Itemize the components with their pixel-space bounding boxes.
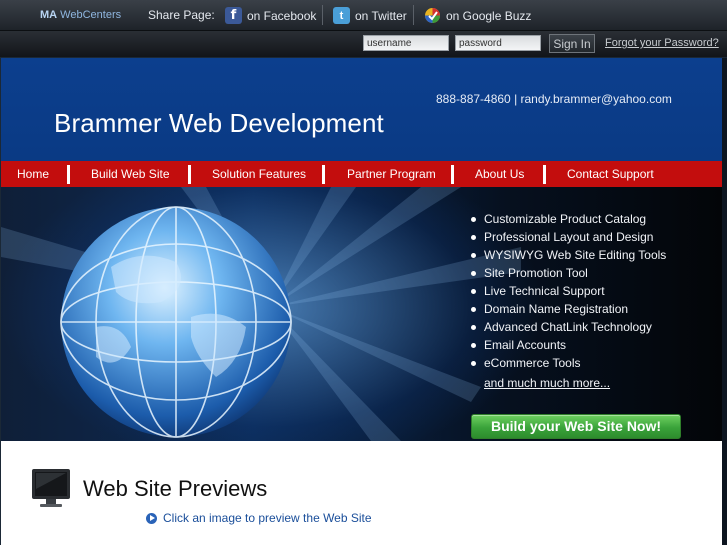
site-title[interactable]: Brammer Web Development — [54, 108, 384, 139]
password-input[interactable] — [455, 35, 541, 51]
share-bar: MA WebCenters Share Page: f on Facebook … — [0, 0, 727, 31]
play-arrow-icon — [146, 512, 157, 524]
preview-hint-text: Click an image to preview the Web Site — [163, 511, 372, 525]
monitor-icon — [32, 469, 70, 507]
preview-hint: Click an image to preview the Web Site — [146, 511, 372, 525]
facebook-icon: f — [225, 7, 242, 24]
share-facebook-link[interactable]: f on Facebook — [225, 6, 316, 25]
share-label: Share Page: — [148, 8, 215, 22]
share-twitter-label: on Twitter — [355, 8, 407, 23]
feature-list: Customizable Product Catalog Professiona… — [471, 212, 666, 374]
brand-link[interactable]: MA WebCenters — [40, 9, 121, 21]
hero-banner: Customizable Product Catalog Professiona… — [1, 187, 722, 441]
nav-item-partner-program[interactable]: Partner Program — [347, 167, 436, 181]
nav-item-home[interactable]: Home — [17, 167, 49, 181]
username-input[interactable] — [363, 35, 449, 51]
page-edge — [722, 58, 727, 545]
brand-name: WebCenters — [60, 9, 122, 21]
nav-item-about-us[interactable]: About Us — [475, 167, 524, 181]
site-header: 888-887-4860 | randy.brammer@yahoo.com B… — [1, 58, 722, 161]
twitter-icon: t — [333, 7, 350, 24]
previews-title: Web Site Previews — [83, 476, 268, 501]
share-facebook-label: on Facebook — [247, 8, 317, 23]
nav-divider — [322, 165, 325, 184]
brand-prefix: MA — [40, 9, 58, 21]
feature-item: eCommerce Tools — [471, 356, 666, 374]
nav-item-build-web-site[interactable]: Build Web Site — [91, 167, 170, 181]
nav-divider — [67, 165, 70, 184]
globe-graphic — [60, 206, 292, 438]
forgot-password-link[interactable]: Forgot your Password? — [605, 37, 719, 49]
share-divider — [322, 5, 323, 25]
build-web-site-now-button[interactable]: Build your Web Site Now! — [471, 414, 681, 439]
share-twitter-link[interactable]: t on Twitter — [333, 6, 407, 25]
feature-item: Professional Layout and Design — [471, 230, 666, 248]
more-features-link[interactable]: and much much more... — [484, 376, 610, 390]
google-buzz-icon — [424, 7, 441, 24]
share-google-buzz-link[interactable]: on Google Buzz — [424, 6, 531, 25]
login-bar: Sign In Forgot your Password? — [0, 31, 727, 57]
feature-item: Customizable Product Catalog — [471, 212, 666, 230]
nav-divider — [543, 165, 546, 184]
feature-item: Site Promotion Tool — [471, 266, 666, 284]
feature-item: Domain Name Registration — [471, 302, 666, 320]
sign-in-button[interactable]: Sign In — [549, 34, 595, 53]
nav-item-solution-features[interactable]: Solution Features — [212, 167, 306, 181]
nav-divider — [451, 165, 454, 184]
nav-item-contact-support[interactable]: Contact Support — [567, 167, 654, 181]
contact-info: 888-887-4860 | randy.brammer@yahoo.com — [436, 92, 672, 106]
nav-divider — [188, 165, 191, 184]
feature-item: WYSIWYG Web Site Editing Tools — [471, 248, 666, 266]
feature-item: Live Technical Support — [471, 284, 666, 302]
share-divider — [413, 5, 414, 25]
previews-section: Web Site Previews Click an image to prev… — [1, 441, 722, 545]
feature-item: Email Accounts — [471, 338, 666, 356]
main-nav: Home Build Web Site Solution Features Pa… — [1, 161, 722, 187]
share-google-buzz-label: on Google Buzz — [446, 8, 532, 23]
feature-item: Advanced ChatLink Technology — [471, 320, 666, 338]
